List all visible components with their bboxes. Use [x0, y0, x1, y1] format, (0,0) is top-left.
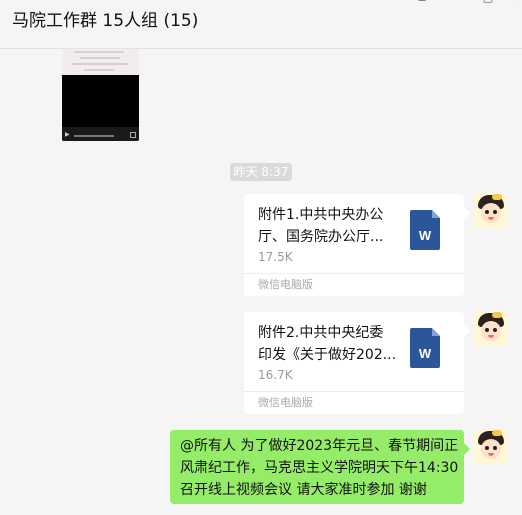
chat-header: 马院工作群 15人组 (15) ⊥ — □ ✕ — [0, 0, 522, 49]
file-name: 附件1.中共中央办公 厅、国务院办公厅... — [258, 207, 384, 245]
file-message[interactable]: 附件1.中共中央办公 厅、国务院办公厅... W 17.5K 微信电脑版 — [244, 194, 464, 296]
maximize-icon[interactable]: □ — [482, 0, 494, 4]
avatar[interactable] — [474, 430, 508, 464]
message-text-line: 召开线上视频会议 请大家准时参加 谢谢 — [180, 482, 427, 498]
chat-window: 马院工作群 15人组 (15) ⊥ — □ ✕ ▶ 昨天 8:37 — [0, 0, 522, 515]
chat-title[interactable]: 马院工作群 15人组 (15) — [12, 6, 198, 31]
close-icon[interactable]: ✕ — [510, 0, 522, 4]
video-message-thumbnail[interactable]: ▶ — [62, 49, 139, 141]
text-message-bubble[interactable]: @所有人 为了做好2023年元旦、春节期间正 风肃纪工作，马克思主义学院明天下午… — [170, 430, 464, 504]
avatar[interactable] — [474, 194, 508, 228]
message-timestamp: 昨天 8:37 — [230, 163, 292, 181]
pin-icon[interactable]: ⊥ — [416, 0, 428, 4]
message-text-line: @所有人 为了做好2023年元旦、春节期间正 — [180, 438, 458, 454]
avatar[interactable] — [474, 312, 508, 346]
thumbnail-preview — [62, 49, 139, 75]
fullscreen-icon[interactable] — [130, 132, 136, 138]
file-size: 16.7K — [258, 368, 293, 382]
message-text-line: 风肃纪工作，马克思主义学院明天下午14:30 — [180, 460, 458, 476]
message-list[interactable]: ▶ 昨天 8:37 附件1.中共中央办公 厅、国务院办公厅... W 17.5K — [0, 49, 522, 515]
word-doc-icon: W — [410, 210, 440, 250]
file-message[interactable]: 附件2.中共中央纪委 印发《关于做好202... W 16.7K 微信电脑版 — [244, 312, 464, 414]
word-doc-icon: W — [410, 328, 440, 368]
svg-text:W: W — [419, 228, 432, 243]
svg-text:W: W — [419, 346, 432, 361]
play-icon[interactable]: ▶ — [65, 131, 71, 138]
file-source: 微信电脑版 — [258, 278, 313, 291]
minimize-icon[interactable]: — — [452, 0, 464, 4]
file-source: 微信电脑版 — [258, 396, 313, 409]
file-name: 附件2.中共中央纪委 印发《关于做好202... — [258, 325, 397, 363]
file-size: 17.5K — [258, 250, 293, 264]
video-control-bar: ▶ — [62, 127, 139, 141]
